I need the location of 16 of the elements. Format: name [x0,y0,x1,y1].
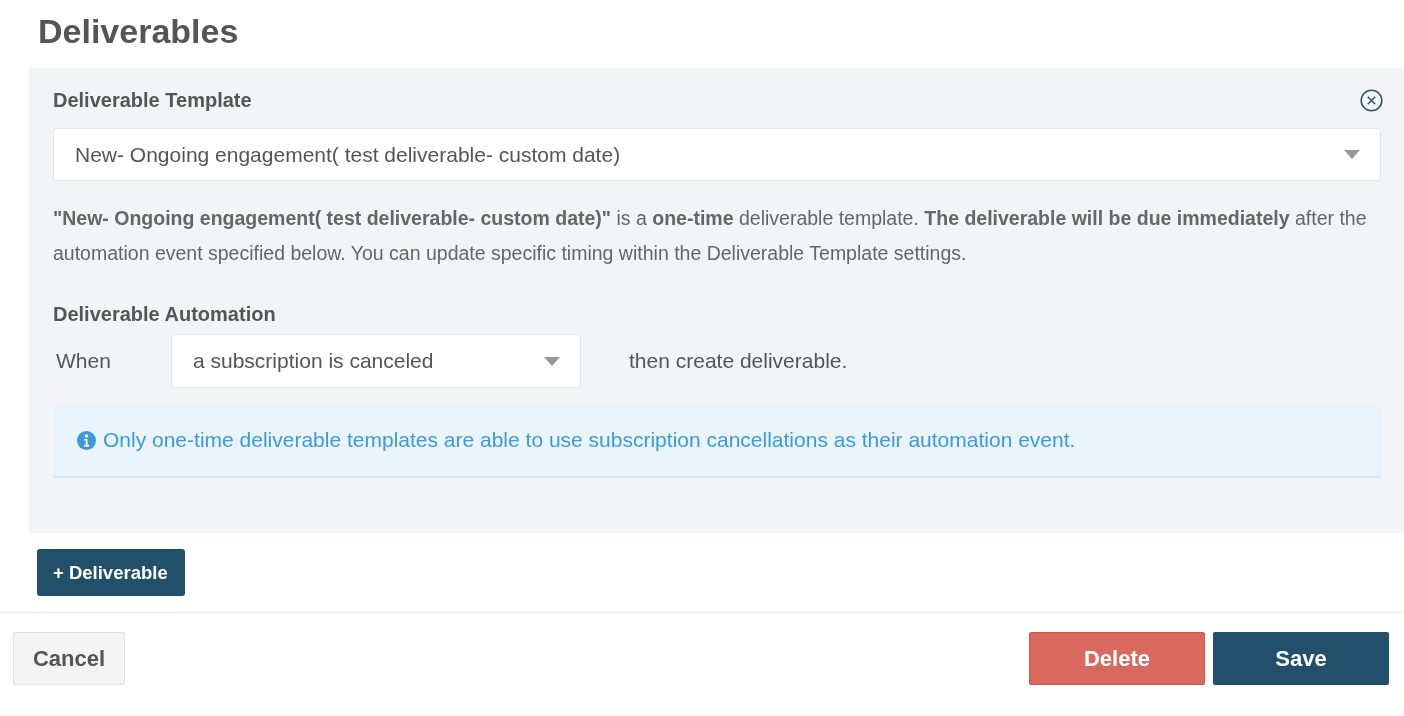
info-icon [77,430,96,450]
field-label: Deliverable Automation [53,303,277,326]
dropdown-select[interactable]: a subscription is canceled [171,334,581,388]
close-icon[interactable] [1360,88,1383,112]
template-description: "New- Ongoing engagement( test deliverable- custom date)" is a one-time deliverable template. The deliverable will be due immediately after the automation event specified below. You can update specific timing within the Deliverable Template settings. [53,206,1368,266]
dropdown-select[interactable]: New- Ongoing engagement( test deliverable- custom date) [53,128,1381,181]
caret-icon [1344,150,1360,159]
caret-icon [544,356,560,366]
page-title: Deliverables [37,11,240,52]
save-button[interactable]: Save [1213,632,1389,685]
add-deliverable-button[interactable]: + Deliverable [37,549,185,596]
then-label: then create deliverable. [629,349,848,373]
cancel-button[interactable]: Cancel [13,632,125,685]
info-text: Only one-time deliverable templates are able to use subscription cancellations as their automation event. [103,428,1076,452]
field-label: Deliverable Template [53,88,252,112]
when-label: When [55,349,112,373]
